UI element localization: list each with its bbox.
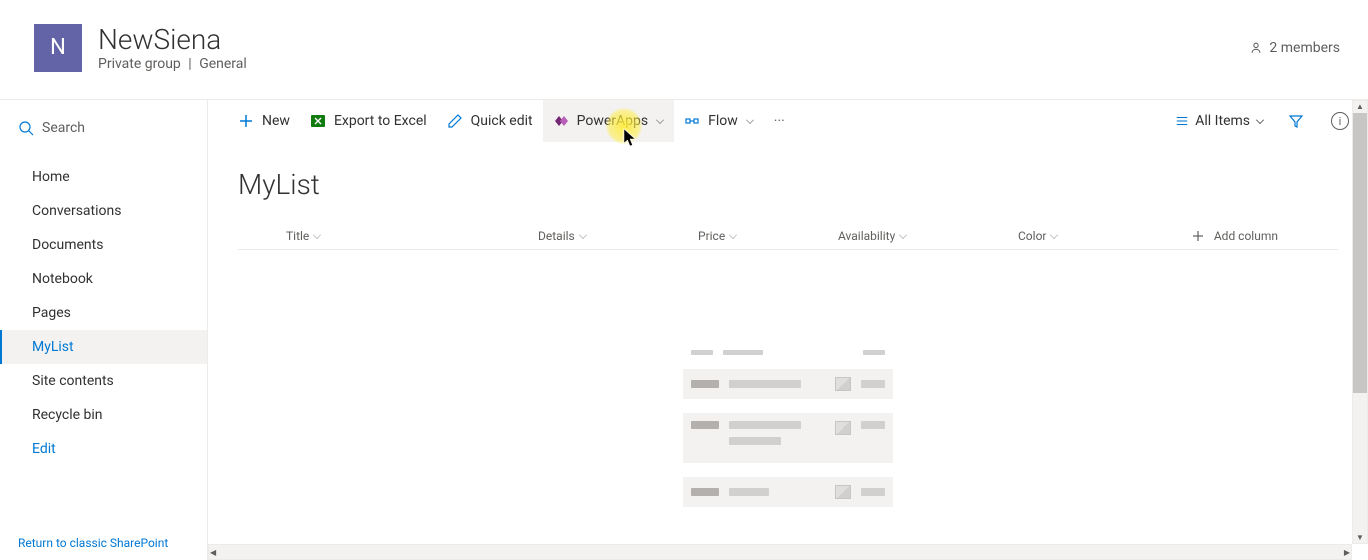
chevron-down-icon <box>579 231 587 239</box>
members-link[interactable]: 2 members <box>1249 40 1340 56</box>
command-bar: New Export to Excel Quick edit PowerApps <box>208 100 1368 142</box>
column-details[interactable]: Details <box>538 229 698 243</box>
vertical-scrollbar[interactable]: ▲ ▼ <box>1352 100 1368 544</box>
nav-site-contents[interactable]: Site contents <box>0 364 207 398</box>
filter-icon <box>1288 113 1304 129</box>
plus-icon <box>238 113 254 129</box>
new-label: New <box>262 113 290 129</box>
column-headers: Title Details Price Availability Color <box>238 223 1338 250</box>
nav-mylist[interactable]: MyList <box>0 330 207 364</box>
search-placeholder: Search <box>42 120 85 136</box>
powerapps-button[interactable]: PowerApps <box>543 100 675 142</box>
site-logo[interactable]: N <box>34 24 82 72</box>
chevron-down-icon <box>313 231 321 239</box>
column-color-label: Color <box>1018 229 1046 243</box>
flow-button[interactable]: Flow <box>674 100 764 142</box>
chevron-down-icon <box>899 231 907 239</box>
more-commands-button[interactable]: ··· <box>764 113 795 129</box>
classification: General <box>199 56 247 72</box>
members-icon <box>1249 41 1263 55</box>
column-availability[interactable]: Availability <box>838 229 1018 243</box>
content: New Export to Excel Quick edit PowerApps <box>208 100 1368 560</box>
filter-button[interactable] <box>1280 113 1312 129</box>
nav-notebook[interactable]: Notebook <box>0 262 207 296</box>
return-classic-link[interactable]: Return to classic SharePoint <box>0 526 207 560</box>
site-subtitle: Private group | General <box>98 56 1249 72</box>
view-selector[interactable]: All Items <box>1171 113 1268 129</box>
horizontal-scrollbar[interactable]: ◀ ▶ <box>208 544 1352 560</box>
site-title-wrap: NewSiena Private group | General <box>98 23 1249 72</box>
list-title: MyList <box>238 168 1338 201</box>
column-color[interactable]: Color <box>1018 229 1178 243</box>
chevron-down-icon <box>1051 231 1059 239</box>
export-excel-button[interactable]: Export to Excel <box>300 100 437 142</box>
nav-conversations[interactable]: Conversations <box>0 194 207 228</box>
info-icon: i <box>1331 112 1349 130</box>
powerapps-icon <box>553 113 569 129</box>
search-box[interactable]: Search <box>0 108 207 148</box>
new-button[interactable]: New <box>228 100 300 142</box>
flow-icon <box>684 113 700 129</box>
column-title-label: Title <box>286 229 309 243</box>
nav-recycle-bin[interactable]: Recycle bin <box>0 398 207 432</box>
chevron-down-icon <box>1256 116 1264 124</box>
flow-label: Flow <box>708 113 738 129</box>
nav-documents[interactable]: Documents <box>0 228 207 262</box>
site-title[interactable]: NewSiena <box>98 23 1249 56</box>
powerapps-label: PowerApps <box>577 113 649 129</box>
chevron-down-icon <box>746 116 754 124</box>
members-count: 2 members <box>1269 40 1340 56</box>
quick-edit-label: Quick edit <box>471 113 533 129</box>
list-area: MyList Title Details Price Availability <box>208 142 1368 560</box>
chevron-down-icon <box>729 231 737 239</box>
pencil-icon <box>447 113 463 129</box>
column-availability-label: Availability <box>838 229 895 243</box>
site-header: N NewSiena Private group | General 2 mem… <box>0 0 1368 100</box>
column-title[interactable]: Title <box>238 229 538 243</box>
nav-list: Home Conversations Documents Notebook Pa… <box>0 148 207 466</box>
plus-icon <box>1192 230 1204 242</box>
column-price-label: Price <box>698 229 725 243</box>
add-column-label: Add column <box>1214 229 1278 243</box>
left-nav: Search Home Conversations Documents Note… <box>0 100 208 560</box>
group-type: Private group <box>98 56 181 72</box>
nav-edit[interactable]: Edit <box>0 432 207 466</box>
column-details-label: Details <box>538 229 575 243</box>
view-label: All Items <box>1195 113 1250 129</box>
nav-pages[interactable]: Pages <box>0 296 207 330</box>
export-label: Export to Excel <box>334 113 427 129</box>
list-icon <box>1175 114 1189 128</box>
excel-icon <box>310 113 326 129</box>
chevron-down-icon <box>656 116 664 124</box>
add-column-button[interactable]: Add column <box>1192 229 1338 243</box>
column-price[interactable]: Price <box>698 229 838 243</box>
empty-list-placeholder <box>683 350 893 507</box>
search-icon <box>18 120 34 136</box>
quick-edit-button[interactable]: Quick edit <box>437 100 543 142</box>
nav-home[interactable]: Home <box>0 160 207 194</box>
